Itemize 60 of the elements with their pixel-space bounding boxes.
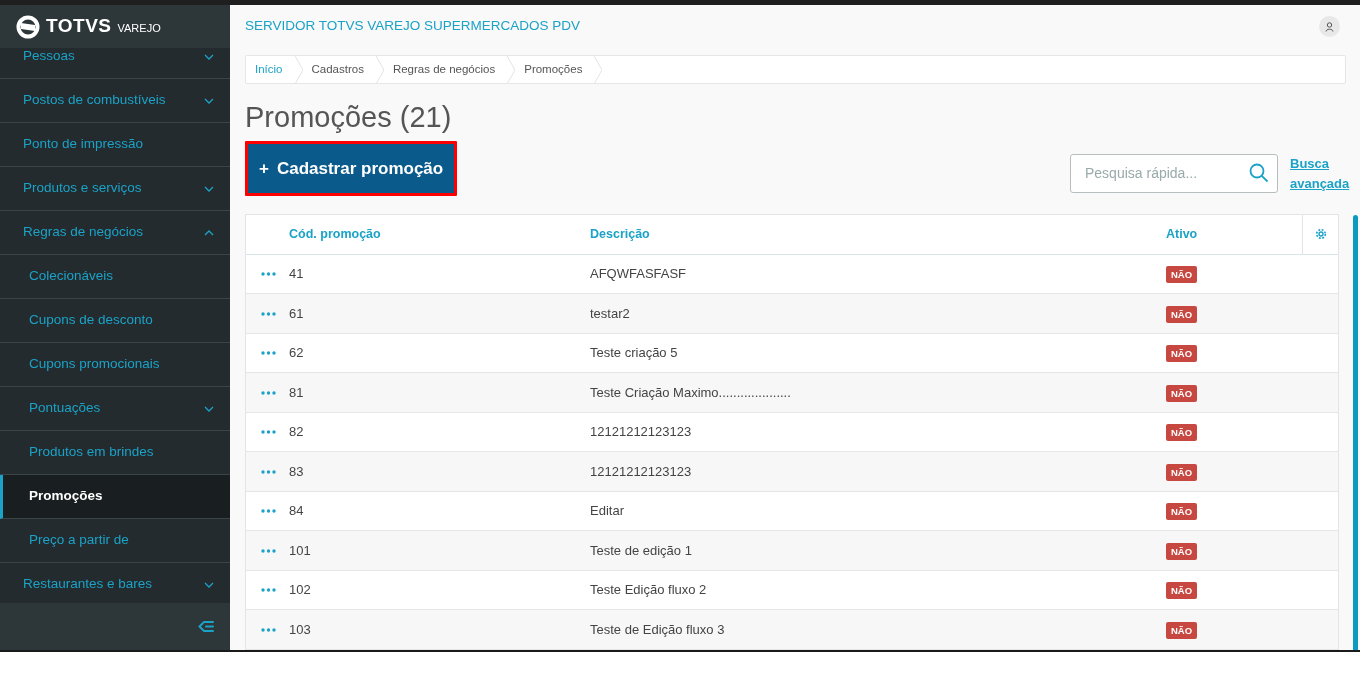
user-icon bbox=[1325, 21, 1334, 32]
status-badge: NÃO bbox=[1166, 621, 1198, 639]
table-cell-text: Teste Criação Maximo.................... bbox=[590, 383, 792, 402]
table-cell-text: 83 bbox=[289, 462, 305, 481]
status-badge: NÃO bbox=[1166, 503, 1198, 521]
collapse-menu-icon[interactable] bbox=[198, 620, 214, 633]
brand-name: TOTVS bbox=[46, 14, 112, 39]
add-promotion-button[interactable]: + Cadastrar promoção bbox=[245, 140, 458, 196]
table-cell-text: 81 bbox=[289, 383, 305, 402]
table-cell-text: 41 bbox=[289, 265, 305, 284]
more-actions-icon[interactable] bbox=[261, 548, 276, 553]
table-cell-text: 61 bbox=[289, 304, 305, 323]
table-cell-text: AFQWFASFASF bbox=[590, 265, 688, 284]
table-cell-text: 102 bbox=[289, 581, 312, 600]
column-header[interactable]: Cód. promoção bbox=[289, 224, 590, 244]
table-cell-text: 12121212123123 bbox=[590, 462, 693, 481]
more-actions-icon[interactable] bbox=[261, 272, 276, 277]
search-icon[interactable] bbox=[1249, 162, 1269, 183]
table-cell-text: testar2 bbox=[590, 304, 631, 323]
more-actions-icon[interactable] bbox=[261, 311, 276, 316]
page-title: Promoções (21) bbox=[245, 100, 453, 135]
user-avatar-button[interactable] bbox=[1319, 16, 1340, 37]
table-cell-text: 12121212123123 bbox=[590, 423, 693, 442]
more-actions-icon[interactable] bbox=[261, 588, 276, 593]
table-cell-text: 84 bbox=[289, 502, 305, 521]
breadcrumb-item: Regras de negócios bbox=[391, 61, 497, 77]
table-cell-text: Teste Edição fluxo 2 bbox=[590, 581, 708, 600]
table-cell-text: Editar bbox=[590, 502, 625, 521]
status-badge: NÃO bbox=[1166, 384, 1198, 402]
app-title: SERVIDOR TOTVS VAREJO SUPERMERCADOS PDV bbox=[245, 17, 581, 36]
status-badge: NÃO bbox=[1166, 463, 1198, 481]
status-badge: NÃO bbox=[1166, 542, 1198, 560]
more-actions-icon[interactable] bbox=[261, 430, 276, 435]
logo-icon bbox=[16, 14, 40, 39]
brand-product: VAREJO bbox=[117, 20, 161, 36]
status-badge: NÃO bbox=[1166, 266, 1198, 284]
table-cell-text: Teste de Edição fluxo 3 bbox=[590, 620, 726, 639]
status-badge: NÃO bbox=[1166, 424, 1198, 442]
table-cell-text: 103 bbox=[289, 620, 312, 639]
column-header[interactable]: Descrição bbox=[590, 224, 1166, 244]
more-actions-icon[interactable] bbox=[261, 627, 276, 632]
status-badge: NÃO bbox=[1166, 582, 1198, 600]
settings-icon[interactable] bbox=[1314, 228, 1327, 241]
more-actions-icon[interactable] bbox=[261, 390, 276, 395]
table-cell-text: 101 bbox=[289, 541, 312, 560]
search-field[interactable]: Pesquisa rápida... bbox=[1070, 153, 1278, 193]
table-cell-text: Teste criação 5 bbox=[590, 344, 679, 363]
breadcrumb-item: Promoções bbox=[523, 61, 584, 77]
table-cell-text: 62 bbox=[289, 344, 305, 363]
more-actions-icon[interactable] bbox=[261, 351, 276, 356]
status-badge: NÃO bbox=[1166, 305, 1198, 323]
breadcrumb-item: Cadastros bbox=[310, 61, 365, 77]
more-actions-icon[interactable] bbox=[261, 469, 276, 474]
breadcrumb-item[interactable]: Início bbox=[246, 56, 295, 83]
more-actions-icon[interactable] bbox=[261, 509, 276, 514]
table-cell-text: 82 bbox=[289, 423, 305, 442]
table-cell-text: Teste de edição 1 bbox=[590, 541, 693, 560]
column-header[interactable]: Ativo bbox=[1166, 224, 1302, 244]
sidebar-item[interactable]: Promoções bbox=[0, 475, 230, 519]
status-badge: NÃO bbox=[1166, 345, 1198, 363]
